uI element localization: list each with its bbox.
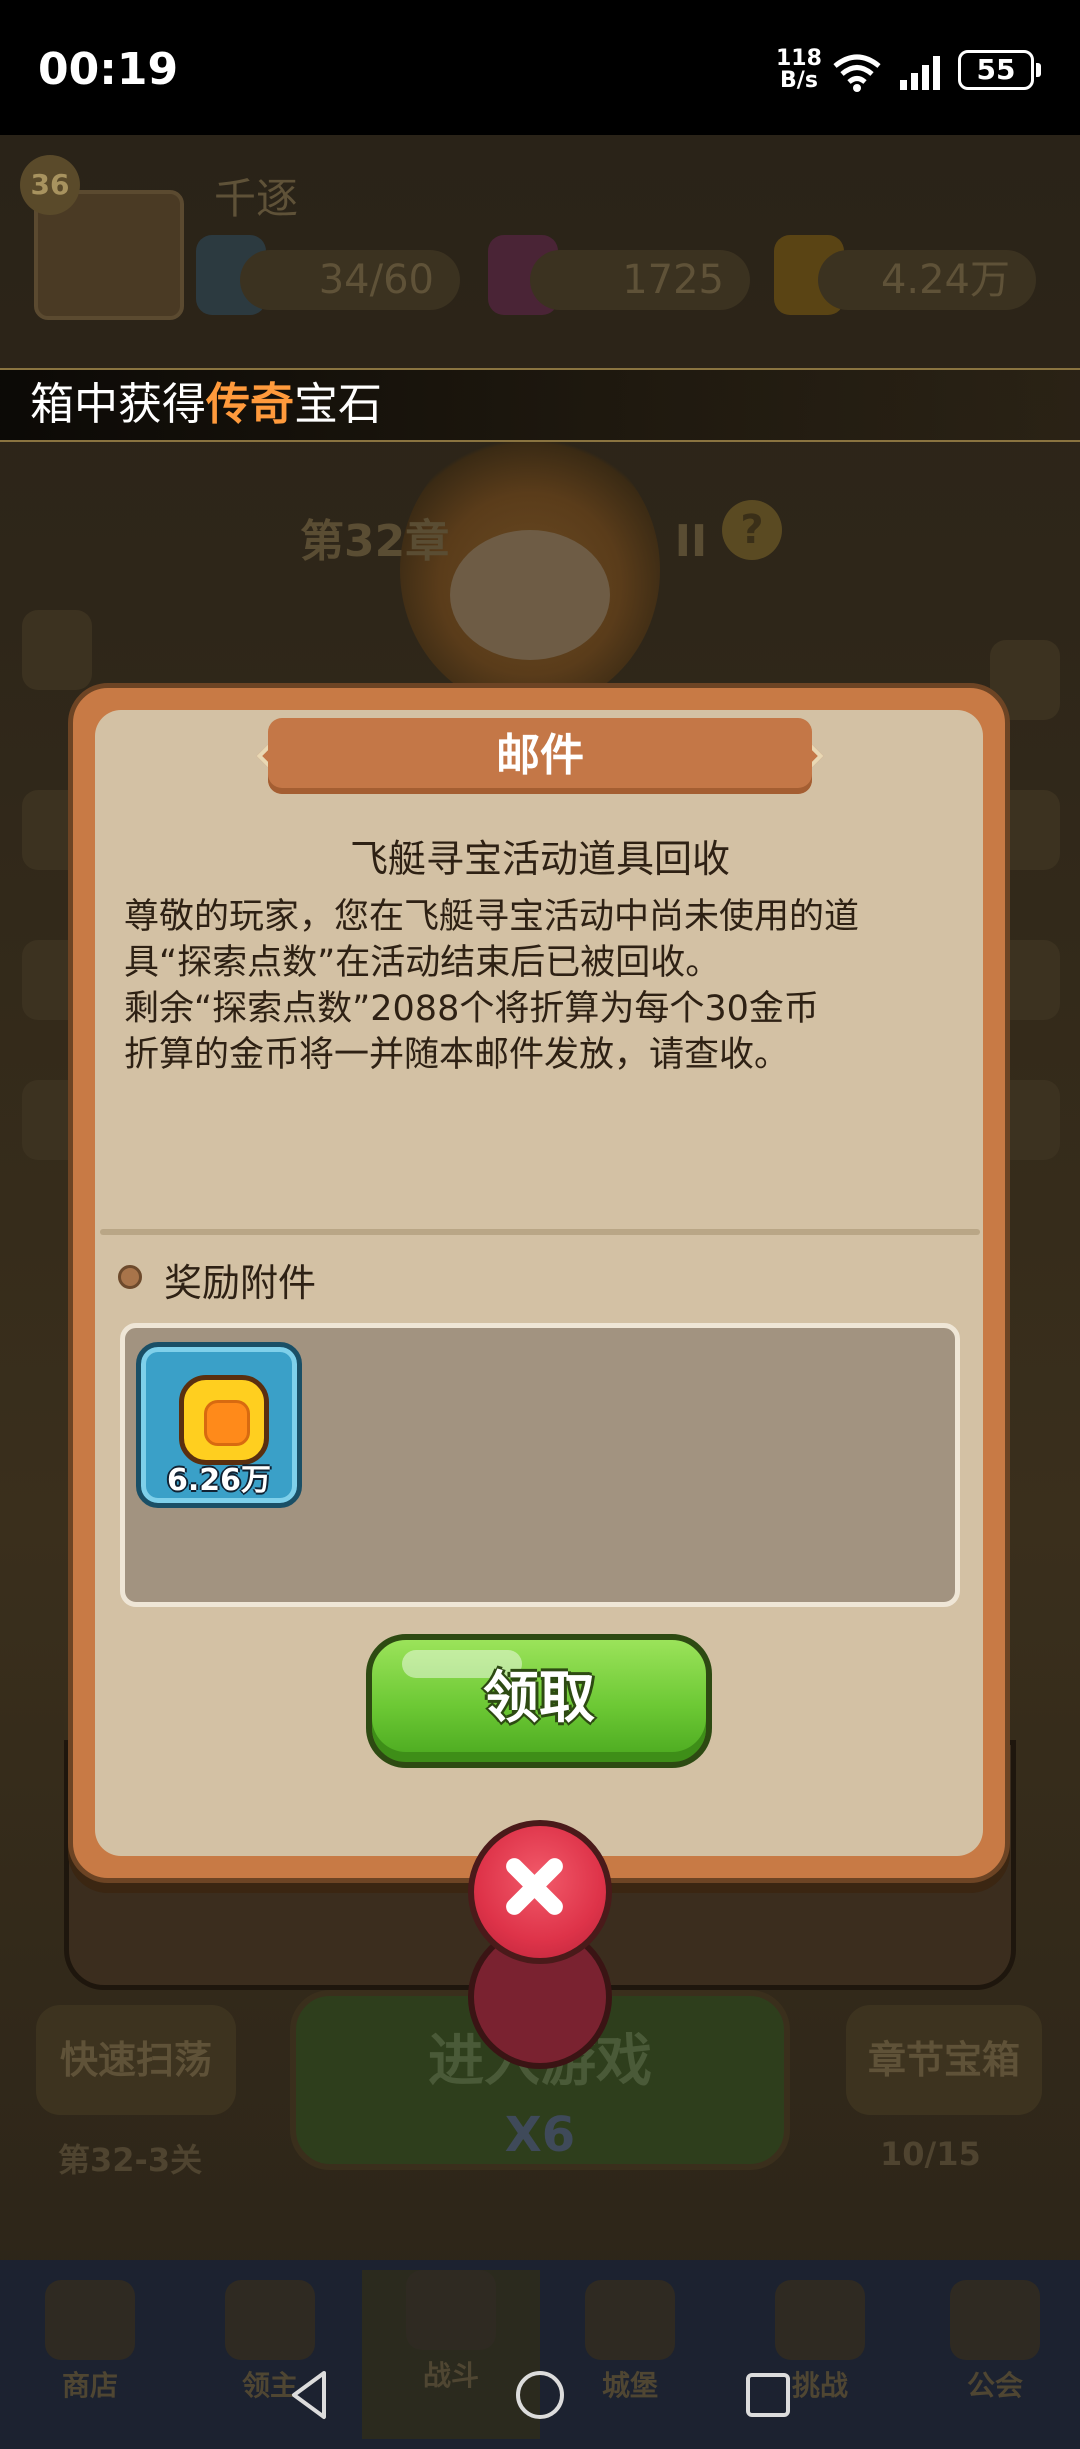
back-icon[interactable] — [280, 2365, 340, 2425]
network-speed: 118 B/s — [776, 48, 822, 92]
close-icon — [506, 1858, 563, 1915]
lord-icon — [225, 2280, 315, 2360]
recents-icon[interactable] — [738, 2365, 798, 2425]
guild-icon — [950, 2280, 1040, 2360]
nav-tab-castle[interactable]: 城堡 — [570, 2280, 690, 2402]
shop-icon — [45, 2280, 135, 2360]
player-name: 千逐 — [214, 174, 299, 223]
chapter-title: 第32章 — [300, 516, 450, 567]
bullet-icon — [118, 1265, 142, 1289]
home-icon[interactable] — [510, 2365, 570, 2425]
mail-body-line: 具“探索点数”在活动结束后已被回收。 — [124, 943, 721, 983]
section-divider — [100, 1229, 980, 1235]
reward-amount: 6.26万 — [166, 1463, 272, 1498]
chapter-label: 第32章 II — [300, 505, 707, 569]
help-icon[interactable]: ? — [722, 500, 782, 560]
side-icon-1[interactable] — [22, 610, 92, 690]
quick-sweep-button[interactable]: 快速扫荡 — [36, 2005, 236, 2115]
nav-tab-label: 公会 — [966, 2369, 1023, 2402]
start-game-cost: X6 — [504, 2107, 576, 2163]
mail-body-line: 尊敬的玩家，您在飞艇寻宝活动中尚未使用的道 — [124, 897, 860, 937]
reward-item[interactable]: 6.26万 — [136, 1342, 302, 1508]
battle-icon — [406, 2270, 496, 2350]
signal-icon — [900, 56, 940, 90]
nav-tab-label: 商店 — [61, 2369, 118, 2402]
status-time: 00:19 — [38, 44, 179, 95]
attachments-label: 奖励附件 — [164, 1261, 317, 1305]
nav-tab-guild[interactable]: 公会 — [935, 2280, 1055, 2402]
claim-button[interactable]: 领取 — [366, 1634, 712, 1768]
chapter-chest-button[interactable]: 章节宝箱 — [846, 2005, 1042, 2115]
gem-value: 1725 — [530, 250, 750, 310]
network-speed-unit: B/s — [780, 68, 818, 93]
stage-label: 第32-3关 — [58, 2141, 203, 2179]
gold-coin-icon — [179, 1375, 269, 1465]
mail-body-line: 剩余“探索点数”2088个将折算为每个30金币 — [124, 989, 819, 1029]
battery-indicator: 55 — [958, 50, 1041, 90]
mail-body-line: 折算的金币将一并随本邮件发放，请查收。 — [124, 1035, 790, 1075]
dialog-title: 邮件 — [496, 730, 584, 781]
toast-prefix: 箱中获得 — [30, 379, 206, 430]
mail-subject: 飞艇寻宝活动道具回收 — [349, 837, 730, 881]
wifi-icon — [833, 54, 881, 92]
player-level-badge: 36 — [20, 155, 80, 215]
chapter-suffix: II — [674, 516, 708, 567]
chapter-chest-progress: 10/15 — [880, 2135, 981, 2173]
claim-button-label: 领取 — [483, 1666, 595, 1731]
gold-value: 4.24万 — [818, 250, 1036, 310]
nav-tab-label: 城堡 — [601, 2369, 658, 2402]
status-bar: 00:19 118 B/s 55 — [0, 0, 1080, 135]
loot-toast: 箱中获得传奇宝石 — [0, 368, 1080, 442]
castle-icon — [585, 2280, 675, 2360]
network-speed-value: 118 — [776, 46, 822, 71]
challenge-icon — [775, 2280, 865, 2360]
toast-suffix: 宝石 — [294, 379, 382, 430]
mail-body: 尊敬的玩家，您在飞艇寻宝活动中尚未使用的道 具“探索点数”在活动结束后已被回收。… — [124, 894, 944, 1078]
stamina-value: 34/60 — [240, 250, 460, 310]
toast-highlight: 传奇 — [206, 379, 294, 430]
nav-tab-shop[interactable]: 商店 — [30, 2280, 150, 2402]
close-button[interactable] — [468, 1820, 612, 1964]
